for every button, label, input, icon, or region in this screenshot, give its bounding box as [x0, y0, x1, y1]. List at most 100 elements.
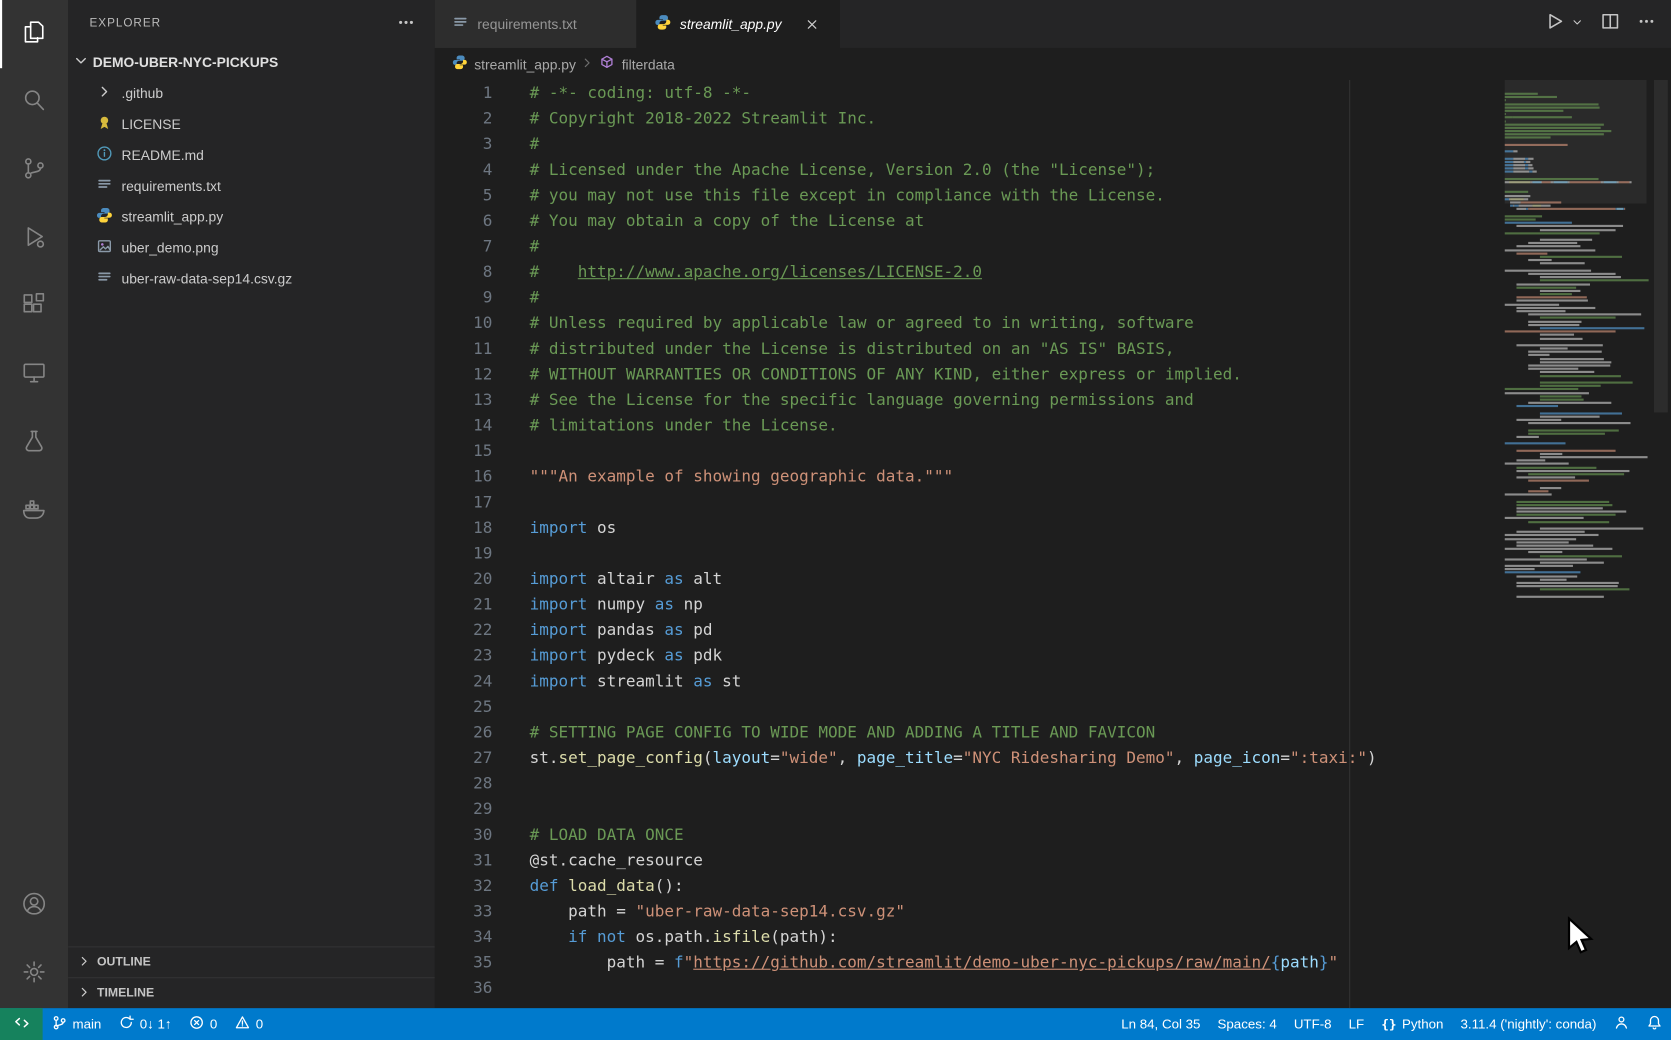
code-line-9[interactable]: 9#: [435, 285, 1501, 311]
breadcrumb-item[interactable]: filterdata: [599, 54, 675, 73]
statusbar-cursor-position[interactable]: Ln 84, Col 35: [1113, 1008, 1209, 1040]
statusbar-remote-indicator[interactable]: [0, 1008, 43, 1040]
person-icon: [1613, 1015, 1629, 1034]
close-icon[interactable]: [805, 17, 820, 32]
breadcrumb-separator-icon: [580, 55, 595, 73]
vscode-window: EXPLORER DEMO-UBER-NYC-PICKUPS.githubLIC…: [0, 0, 1671, 1040]
tree-item-uber-raw-data-sep14-csv-gz[interactable]: uber-raw-data-sep14.csv.gz: [68, 263, 435, 294]
code-line-3[interactable]: 3#: [435, 131, 1501, 157]
code-line-29[interactable]: 29: [435, 796, 1501, 822]
tree-item-streamlit-app-py[interactable]: streamlit_app.py: [68, 201, 435, 232]
sidebar-section-outline[interactable]: OUTLINE: [68, 946, 435, 977]
tree-root-folder[interactable]: DEMO-UBER-NYC-PICKUPS: [68, 47, 435, 78]
activity-item-search[interactable]: [0, 68, 68, 136]
code-editor[interactable]: 1# -*- coding: utf-8 -*-2# Copyright 201…: [435, 80, 1671, 1008]
statusbar-language-mode[interactable]: {}Python: [1373, 1008, 1452, 1040]
tab-requirements-txt[interactable]: requirements.txt: [435, 0, 637, 48]
statusbar-warnings[interactable]: 0: [226, 1008, 272, 1040]
activity-item-remote-explorer[interactable]: [0, 341, 68, 409]
activity-item-testing[interactable]: [0, 409, 68, 477]
tab-label: requirements.txt: [477, 16, 576, 32]
code-line-16[interactable]: 16"""An example of showing geographic da…: [435, 464, 1501, 490]
line-number: 26: [435, 719, 503, 745]
code-line-15[interactable]: 15: [435, 438, 1501, 464]
code-line-34[interactable]: 34 if not os.path.isfile(path):: [435, 924, 1501, 950]
statusbar-eol[interactable]: LF: [1340, 1008, 1373, 1040]
activity-item-run-debug[interactable]: [0, 205, 68, 273]
statusbar-indentation[interactable]: Spaces: 4: [1209, 1008, 1285, 1040]
statusbar-encoding[interactable]: UTF-8: [1285, 1008, 1340, 1040]
code-line-31[interactable]: 31@st.cache_resource: [435, 847, 1501, 873]
activity-item-extensions[interactable]: [0, 273, 68, 341]
statusbar-errors[interactable]: 0: [180, 1008, 226, 1040]
code-line-25[interactable]: 25: [435, 694, 1501, 720]
code-line-18[interactable]: 18import os: [435, 515, 1501, 541]
accounts-icon: [20, 889, 48, 922]
statusbar-text: 3.11.4 ('nightly': conda): [1460, 1017, 1596, 1032]
code-line-12[interactable]: 12# WITHOUT WARRANTIES OR CONDITIONS OF …: [435, 361, 1501, 387]
workbench: EXPLORER DEMO-UBER-NYC-PICKUPS.githubLIC…: [0, 0, 1671, 1008]
code-line-21[interactable]: 21import numpy as np: [435, 591, 1501, 617]
explorer-more-actions-icon[interactable]: [396, 12, 415, 34]
statusbar-sync[interactable]: 0↓ 1↑: [110, 1008, 180, 1040]
tree-item-license[interactable]: LICENSE: [68, 109, 435, 140]
activity-item-settings[interactable]: [0, 940, 68, 1008]
statusbar-python-interpreter[interactable]: 3.11.4 ('nightly': conda): [1452, 1008, 1605, 1040]
code-line-26[interactable]: 26# SETTING PAGE CONFIG TO WIDE MODE AND…: [435, 719, 1501, 745]
code-line-14[interactable]: 14# limitations under the License.: [435, 412, 1501, 438]
explorer-title: EXPLORER: [90, 17, 162, 30]
code-line-36[interactable]: 36: [435, 975, 1501, 1001]
statusbar-branch[interactable]: main: [43, 1008, 110, 1040]
code-line-35[interactable]: 35 path = f"https://github.com/streamlit…: [435, 950, 1501, 976]
activity-item-source-control[interactable]: [0, 136, 68, 204]
code-line-7[interactable]: 7#: [435, 233, 1501, 259]
tree-item-uber-demo-png[interactable]: uber_demo.png: [68, 232, 435, 263]
tree-item-requirements-txt[interactable]: requirements.txt: [68, 171, 435, 202]
code-line-23[interactable]: 23import pydeck as pdk: [435, 643, 1501, 669]
tab-streamlit-app-py[interactable]: streamlit_app.py: [637, 0, 839, 48]
code-line-19[interactable]: 19: [435, 540, 1501, 566]
more-actions-button[interactable]: [1637, 12, 1656, 37]
line-number: 3: [435, 131, 503, 157]
scrollbar-thumb[interactable]: [1654, 80, 1668, 412]
run-button[interactable]: [1545, 12, 1564, 37]
line-number: 22: [435, 617, 503, 643]
code-line-28[interactable]: 28: [435, 770, 1501, 796]
code-line-6[interactable]: 6# You may obtain a copy of the License …: [435, 208, 1501, 234]
code-line-2[interactable]: 2# Copyright 2018-2022 Streamlit Inc.: [435, 106, 1501, 132]
code-line-13[interactable]: 13# See the License for the specific lan…: [435, 387, 1501, 413]
code-line-5[interactable]: 5# you may not use this file except in c…: [435, 182, 1501, 208]
column-ruler: [1349, 80, 1350, 1008]
image-icon: [96, 238, 113, 258]
code-line-27[interactable]: 27st.set_page_config(layout="wide", page…: [435, 745, 1501, 771]
tree-item--github[interactable]: .github: [68, 78, 435, 109]
run-dropdown[interactable]: [1581, 14, 1583, 33]
minimap[interactable]: [1505, 82, 1647, 595]
code-line-33[interactable]: 33 path = "uber-raw-data-sep14.csv.gz": [435, 898, 1501, 924]
line-number: 20: [435, 566, 503, 592]
tab-bar: requirements.txt streamlit_app.py: [435, 0, 1671, 48]
code-line-8[interactable]: 8# http://www.apache.org/licenses/LICENS…: [435, 259, 1501, 285]
split-editor-button[interactable]: [1601, 12, 1620, 37]
file-label: README.md: [121, 147, 203, 163]
breadcrumb-item[interactable]: streamlit_app.py: [452, 54, 576, 73]
activity-item-docker[interactable]: [0, 477, 68, 545]
code-line-22[interactable]: 22import pandas as pd: [435, 617, 1501, 643]
activity-item-accounts[interactable]: [0, 872, 68, 940]
code-line-24[interactable]: 24import streamlit as st: [435, 668, 1501, 694]
code-line-11[interactable]: 11# distributed under the License is dis…: [435, 336, 1501, 362]
code-line-17[interactable]: 17: [435, 489, 1501, 515]
code-line-10[interactable]: 10# Unless required by applicable law or…: [435, 310, 1501, 336]
code-line-32[interactable]: 32def load_data():: [435, 873, 1501, 899]
activity-item-explorer[interactable]: [0, 0, 68, 68]
breadcrumb-label: streamlit_app.py: [474, 56, 576, 72]
sidebar-section-timeline[interactable]: TIMELINE: [68, 977, 435, 1008]
code-line-30[interactable]: 30# LOAD DATA ONCE: [435, 822, 1501, 848]
code-line-20[interactable]: 20import altair as alt: [435, 566, 1501, 592]
statusbar-feedback[interactable]: [1605, 1008, 1638, 1040]
tree-item-readme-md[interactable]: README.md: [68, 140, 435, 171]
line-number: 10: [435, 310, 503, 336]
code-line-4[interactable]: 4# Licensed under the Apache License, Ve…: [435, 157, 1501, 183]
statusbar-notifications[interactable]: [1638, 1008, 1671, 1040]
code-line-1[interactable]: 1# -*- coding: utf-8 -*-: [435, 80, 1501, 106]
